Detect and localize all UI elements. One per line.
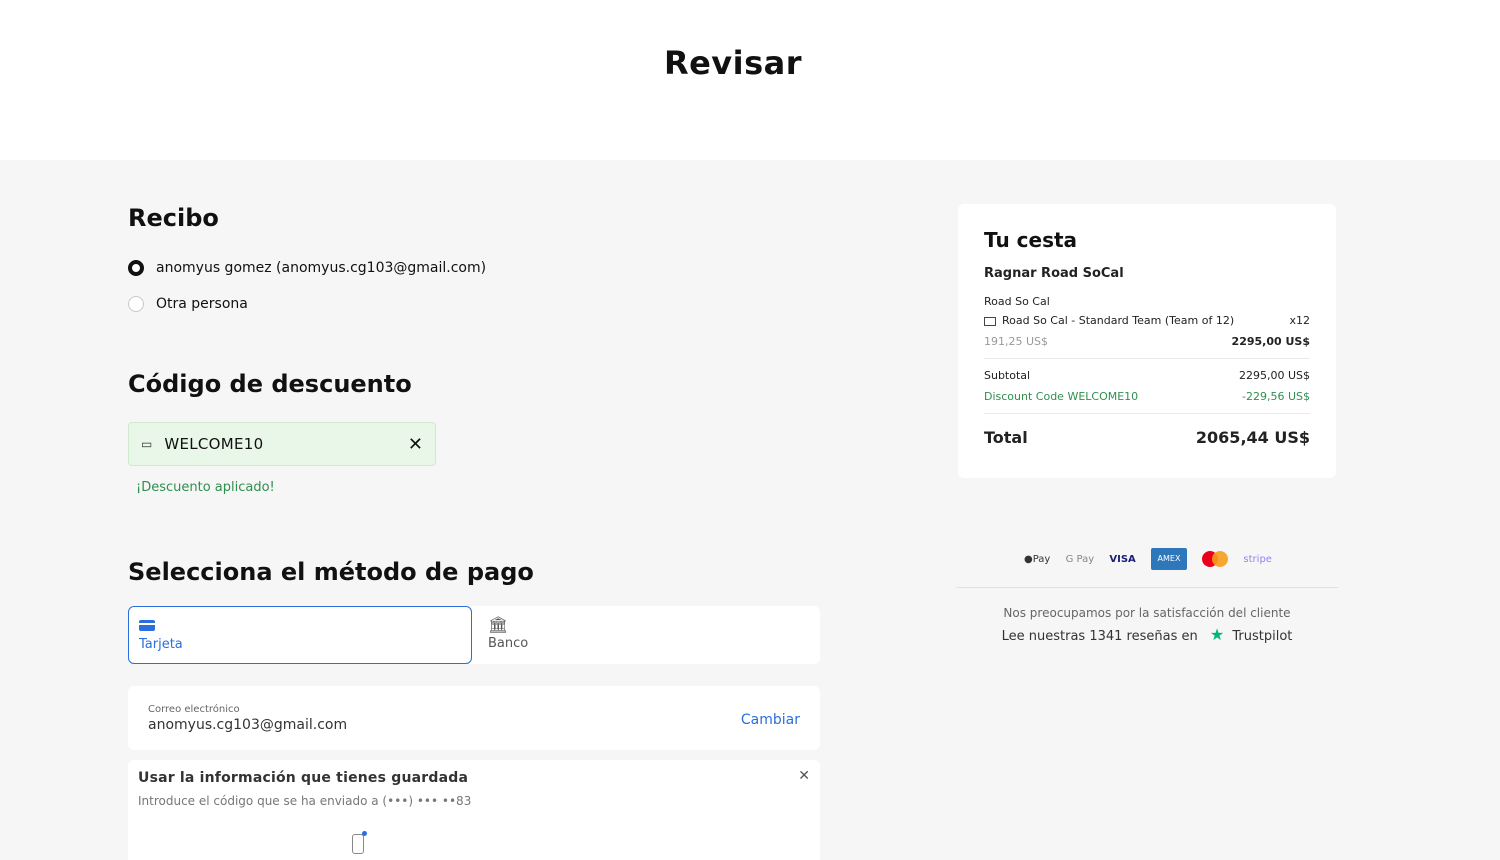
subtotal-label: Subtotal (984, 369, 1031, 382)
trust-tagline: Nos preocupamos por la satisfacción del … (1003, 606, 1291, 620)
total-label: Total (984, 428, 1028, 447)
receipt-option-other[interactable]: Otra persona (128, 296, 248, 312)
basket-unit-price: 191,25 US$ (984, 335, 1049, 348)
receipt-option-self[interactable]: anomyus gomez (anomyus.cg103@gmail.com) (128, 260, 486, 276)
trust-divider (956, 587, 1338, 588)
basket-item-row: Road So Cal - Standard Team (Team of 12)… (984, 314, 1310, 327)
tab-bank[interactable]: 🏛 Banco (478, 606, 808, 664)
payment-logos: ●Pay G Pay VISA AMEX stripe (1024, 547, 1272, 571)
basket-line-total: 2295,00 US$ (1231, 335, 1310, 348)
reviews-text: Lee nuestras 1341 reseñas en (1001, 629, 1198, 644)
basket-subtotal-row: Subtotal 2295,00 US$ (984, 369, 1310, 382)
total-value: 2065,44 US$ (1195, 428, 1310, 447)
email-label: Correo electrónico (148, 704, 240, 715)
payment-method-tabs: Tarjeta 🏛 Banco (128, 606, 820, 664)
tab-card-label: Tarjeta (139, 637, 183, 652)
trustpilot-link[interactable]: Trustpilot (1232, 629, 1292, 644)
stripe-logo-icon: stripe (1243, 553, 1272, 565)
bank-icon: 🏛 (488, 615, 509, 634)
saved-info-title: Usar la información que tienes guardada (138, 770, 469, 786)
basket-total-row: Total 2065,44 US$ (984, 428, 1310, 447)
basket-item-qty: x12 (1289, 314, 1310, 327)
ticket-icon: ▭ (141, 437, 153, 451)
trustpilot-star-icon: ★ (1209, 625, 1225, 644)
basket-title: Tu cesta (984, 228, 1078, 252)
basket-event-name: Ragnar Road SoCal (984, 266, 1124, 281)
email-card: Correo electrónico anomyus.cg103@gmail.c… (128, 686, 820, 750)
gpay-logo-icon: G Pay (1065, 553, 1095, 565)
basket-group-name: Road So Cal (984, 295, 1050, 308)
tab-card[interactable]: Tarjeta (128, 606, 472, 664)
mastercard-logo-icon (1202, 551, 1229, 567)
receipt-option-self-label: anomyus gomez (anomyus.cg103@gmail.com) (156, 260, 487, 276)
amex-logo-icon: AMEX (1150, 548, 1187, 570)
close-icon[interactable]: ✕ (798, 768, 810, 784)
remove-discount-button[interactable]: ✕ (408, 434, 423, 455)
tab-bank-label: Banco (488, 636, 529, 651)
applepay-logo-icon: ●Pay (1024, 553, 1051, 565)
radio-unselected-icon[interactable] (128, 296, 144, 312)
discount-label: Discount Code WELCOME10 (984, 390, 1139, 403)
basket-discount-row: Discount Code WELCOME10 -229,56 US$ (984, 390, 1310, 403)
page-title: Revisar (663, 44, 803, 82)
discount-code-chip: ▭ WELCOME10 ✕ (128, 422, 436, 466)
discount-value: -229,56 US$ (1242, 390, 1310, 403)
radio-selected-icon[interactable] (128, 260, 144, 276)
basket-divider (984, 413, 1310, 414)
visa-logo-icon: VISA (1109, 553, 1136, 565)
saved-info-subtitle: Introduce el código que se ha enviado a … (138, 794, 472, 808)
header: Revisar (0, 0, 1500, 160)
basket-item-name: Road So Cal - Standard Team (Team of 12) (1002, 314, 1235, 327)
saved-info-card: Usar la información que tienes guardada … (128, 760, 820, 860)
discount-heading: Código de descuento (128, 370, 412, 398)
basket-summary: Tu cesta Ragnar Road SoCal Road So Cal R… (958, 204, 1336, 478)
basket-divider (984, 358, 1310, 359)
discount-applied-message: ¡Descuento aplicado! (136, 480, 275, 495)
subtotal-value: 2295,00 US$ (1238, 369, 1310, 382)
basket-price-row: 191,25 US$ 2295,00 US$ (984, 335, 1310, 348)
receipt-heading: Recibo (128, 204, 219, 232)
payment-method-heading: Selecciona el método de pago (128, 558, 534, 586)
checkout-content: Recibo anomyus gomez (anomyus.cg103@gmai… (0, 160, 1500, 860)
email-value: anomyus.cg103@gmail.com (148, 717, 348, 733)
change-email-link[interactable]: Cambiar (741, 712, 800, 728)
ticket-icon (984, 316, 996, 326)
phone-icon (352, 831, 367, 854)
receipt-option-other-label: Otra persona (156, 296, 248, 312)
discount-code-value: WELCOME10 (164, 435, 264, 453)
credit-card-icon (139, 620, 155, 631)
trustpilot-line: Lee nuestras 1341 reseñas en ★ Trustpilo… (956, 625, 1338, 644)
